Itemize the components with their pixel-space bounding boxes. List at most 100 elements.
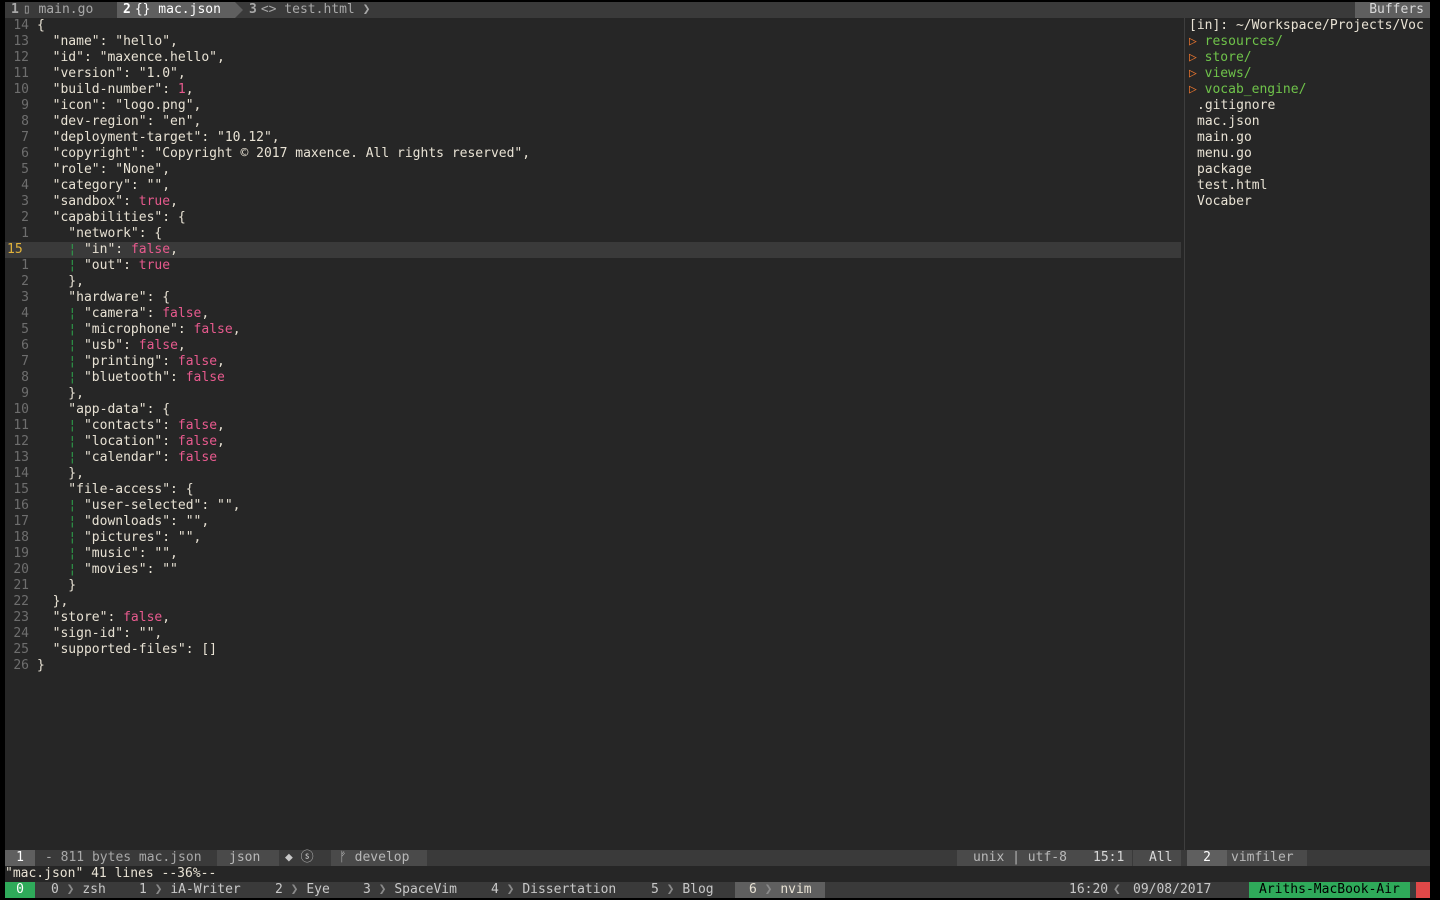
code-line[interactable]: 18 ¦ "pictures": "", xyxy=(5,530,1181,546)
code-line[interactable]: 8 ¦ "bluetooth": false xyxy=(5,370,1181,386)
tab-main-go[interactable]: 1 ▯ main.go xyxy=(5,2,109,18)
code-line[interactable]: 13 "name": "hello", xyxy=(5,34,1181,50)
tab-mac-json[interactable]: 2{} mac.json xyxy=(117,2,235,18)
code-token: , xyxy=(162,610,171,625)
code-line[interactable]: 16 ¦ "user-selected": "", xyxy=(5,498,1181,514)
explorer-directory[interactable]: ▷ views/ xyxy=(1189,66,1252,82)
cursor-line[interactable]: 15 ¦ "in": false, xyxy=(5,242,1181,258)
explorer-directory[interactable]: ▷ store/ xyxy=(1189,50,1252,66)
line-code: "app-data": { xyxy=(37,402,170,418)
chevron-right-icon: ❯ xyxy=(370,882,395,897)
code-line[interactable]: 24 "sign-id": "", xyxy=(5,626,1181,642)
code-token: "out": xyxy=(76,258,139,273)
explorer-directory[interactable]: ▷ vocab_engine/ xyxy=(1189,82,1306,98)
explorer-directory[interactable]: ▷ resources/ xyxy=(1189,34,1283,50)
line-number: 13 xyxy=(13,450,29,465)
code-line[interactable]: 1 "network": { xyxy=(5,226,1181,242)
code-line[interactable]: 10 "app-data": { xyxy=(5,402,1181,418)
line-code: ¦ "contacts": false, xyxy=(37,418,225,434)
code-line[interactable]: 6 "copyright": "Copyright © 2017 maxence… xyxy=(5,146,1181,162)
code-line[interactable]: 7 ¦ "printing": false, xyxy=(5,354,1181,370)
code-line[interactable]: 8 "dev-region": "en", xyxy=(5,114,1181,130)
line-number: 23 xyxy=(13,610,29,625)
code-token: "bluetooth": xyxy=(76,370,186,385)
explorer-file[interactable]: main.go xyxy=(1197,130,1252,146)
code-line[interactable]: 2 }, xyxy=(5,274,1181,290)
code-line[interactable]: 9 }, xyxy=(5,386,1181,402)
tmux-window-ia-writer[interactable]: 1 ❯ iA-Writer xyxy=(139,882,241,898)
code-line[interactable]: 23 "store": false, xyxy=(5,610,1181,626)
explorer-file[interactable]: menu.go xyxy=(1197,146,1252,162)
code-token: "location": xyxy=(76,434,178,449)
code-line[interactable]: 2 "capabilities": { xyxy=(5,210,1181,226)
chevron-right-icon: ❯ xyxy=(498,882,523,897)
file-explorer[interactable]: [in]: ~/Workspace/Projects/Voc ▷ resourc… xyxy=(1185,18,1430,850)
buffers-label[interactable]: Buffers xyxy=(1355,2,1430,18)
code-line[interactable]: 11 ¦ "contacts": false, xyxy=(5,418,1181,434)
code-token: , xyxy=(185,82,194,97)
statusline: 1 - 811 bytes mac.json json ◆ ⓢ ᚠ develo… xyxy=(5,850,1430,866)
line-number: 8 xyxy=(21,370,29,385)
code-line[interactable]: 5 "role": "None", xyxy=(5,162,1181,178)
line-number: 8 xyxy=(21,114,29,129)
code-line[interactable]: 14 { xyxy=(5,18,1181,34)
editor-pane[interactable]: 14{13 "name": "hello", 12 "id": "maxence.… xyxy=(5,18,1181,850)
code-line[interactable]: 6 ¦ "usb": false, xyxy=(5,338,1181,354)
code-line[interactable]: 17 ¦ "downloads": "", xyxy=(5,514,1181,530)
line-number: 18 xyxy=(13,530,29,545)
line-code: ¦ "calendar": false xyxy=(37,450,217,466)
line-number: 21 xyxy=(13,578,29,593)
explorer-file[interactable]: Vocaber xyxy=(1197,194,1252,210)
code-line[interactable]: 10 "build-number": 1, xyxy=(5,82,1181,98)
code-line[interactable]: 3 "hardware": { xyxy=(5,290,1181,306)
code-line[interactable]: 12 ¦ "location": false, xyxy=(5,434,1181,450)
code-line[interactable]: 7 "deployment-target": "10.12", xyxy=(5,130,1181,146)
code-line[interactable]: 20 ¦ "movies": "" xyxy=(5,562,1181,578)
code-line[interactable]: 19 ¦ "music": "", xyxy=(5,546,1181,562)
code-token: false xyxy=(185,370,225,385)
tmux-window-dissertation[interactable]: 4 ❯ Dissertation xyxy=(491,882,616,898)
tmux-session[interactable]: 0 xyxy=(5,882,35,898)
indent-guide: ¦ xyxy=(68,530,77,545)
code-line[interactable]: 12 "id": "maxence.hello", xyxy=(5,50,1181,66)
code-line[interactable]: 21 } xyxy=(5,578,1181,594)
code-line[interactable]: 11 "version": "1.0", xyxy=(5,66,1181,82)
explorer-file[interactable]: mac.json xyxy=(1197,114,1260,130)
explorer-file[interactable]: .gitignore xyxy=(1197,98,1275,114)
code-token: "store": xyxy=(37,610,124,625)
code-line[interactable]: 15 "file-access": { xyxy=(5,482,1181,498)
code-line[interactable]: 13 ¦ "calendar": false xyxy=(5,450,1181,466)
code-line[interactable]: 4 ¦ "camera": false, xyxy=(5,306,1181,322)
tmux-window-spacevim[interactable]: 3 ❯ SpaceVim xyxy=(363,882,457,898)
code-line[interactable]: 9 "icon": "logo.png", xyxy=(5,98,1181,114)
command-line[interactable]: "mac.json" 41 lines --36%-- xyxy=(5,866,1430,882)
directory-name: views/ xyxy=(1204,66,1252,81)
code-token: "app-data": { xyxy=(37,402,171,417)
line-number: 7 xyxy=(21,354,29,369)
code-line[interactable]: 3 "sandbox": true, xyxy=(5,194,1181,210)
line-code: { xyxy=(37,18,45,34)
line-number: 15 xyxy=(7,242,23,257)
code-line[interactable]: 14 }, xyxy=(5,466,1181,482)
branch-name: develop xyxy=(354,850,410,865)
code-line[interactable]: 26} xyxy=(5,658,1181,674)
tmux-window-zsh[interactable]: 0 ❯ zsh xyxy=(51,882,106,898)
explorer-file[interactable]: test.html xyxy=(1197,178,1267,194)
indent-guide: ¦ xyxy=(68,418,77,433)
explorer-file[interactable]: package xyxy=(1197,162,1252,178)
tmux-window-nvim[interactable]: 6 ❯ nvim xyxy=(735,882,825,898)
code-token: , xyxy=(177,338,186,353)
code-line[interactable]: 25 "supported-files": [] xyxy=(5,642,1181,658)
code-line[interactable]: 4 "category": "", xyxy=(5,178,1181,194)
file-encoding: utf-8 xyxy=(1027,850,1067,865)
code-line[interactable]: 22 }, xyxy=(5,594,1181,610)
code-line[interactable]: 1 ¦ "out": true xyxy=(5,258,1181,274)
tmux-window-blog[interactable]: 5 ❯ Blog xyxy=(651,882,714,898)
tmux-window-eye[interactable]: 2 ❯ Eye xyxy=(275,882,330,898)
file-info: - 811 bytes mac.json xyxy=(45,850,202,865)
code-line[interactable]: 5 ¦ "microphone": false, xyxy=(5,322,1181,338)
tab-separator xyxy=(109,2,117,18)
tab-test-html[interactable]: 3 <> test.html ❯ xyxy=(243,2,370,18)
